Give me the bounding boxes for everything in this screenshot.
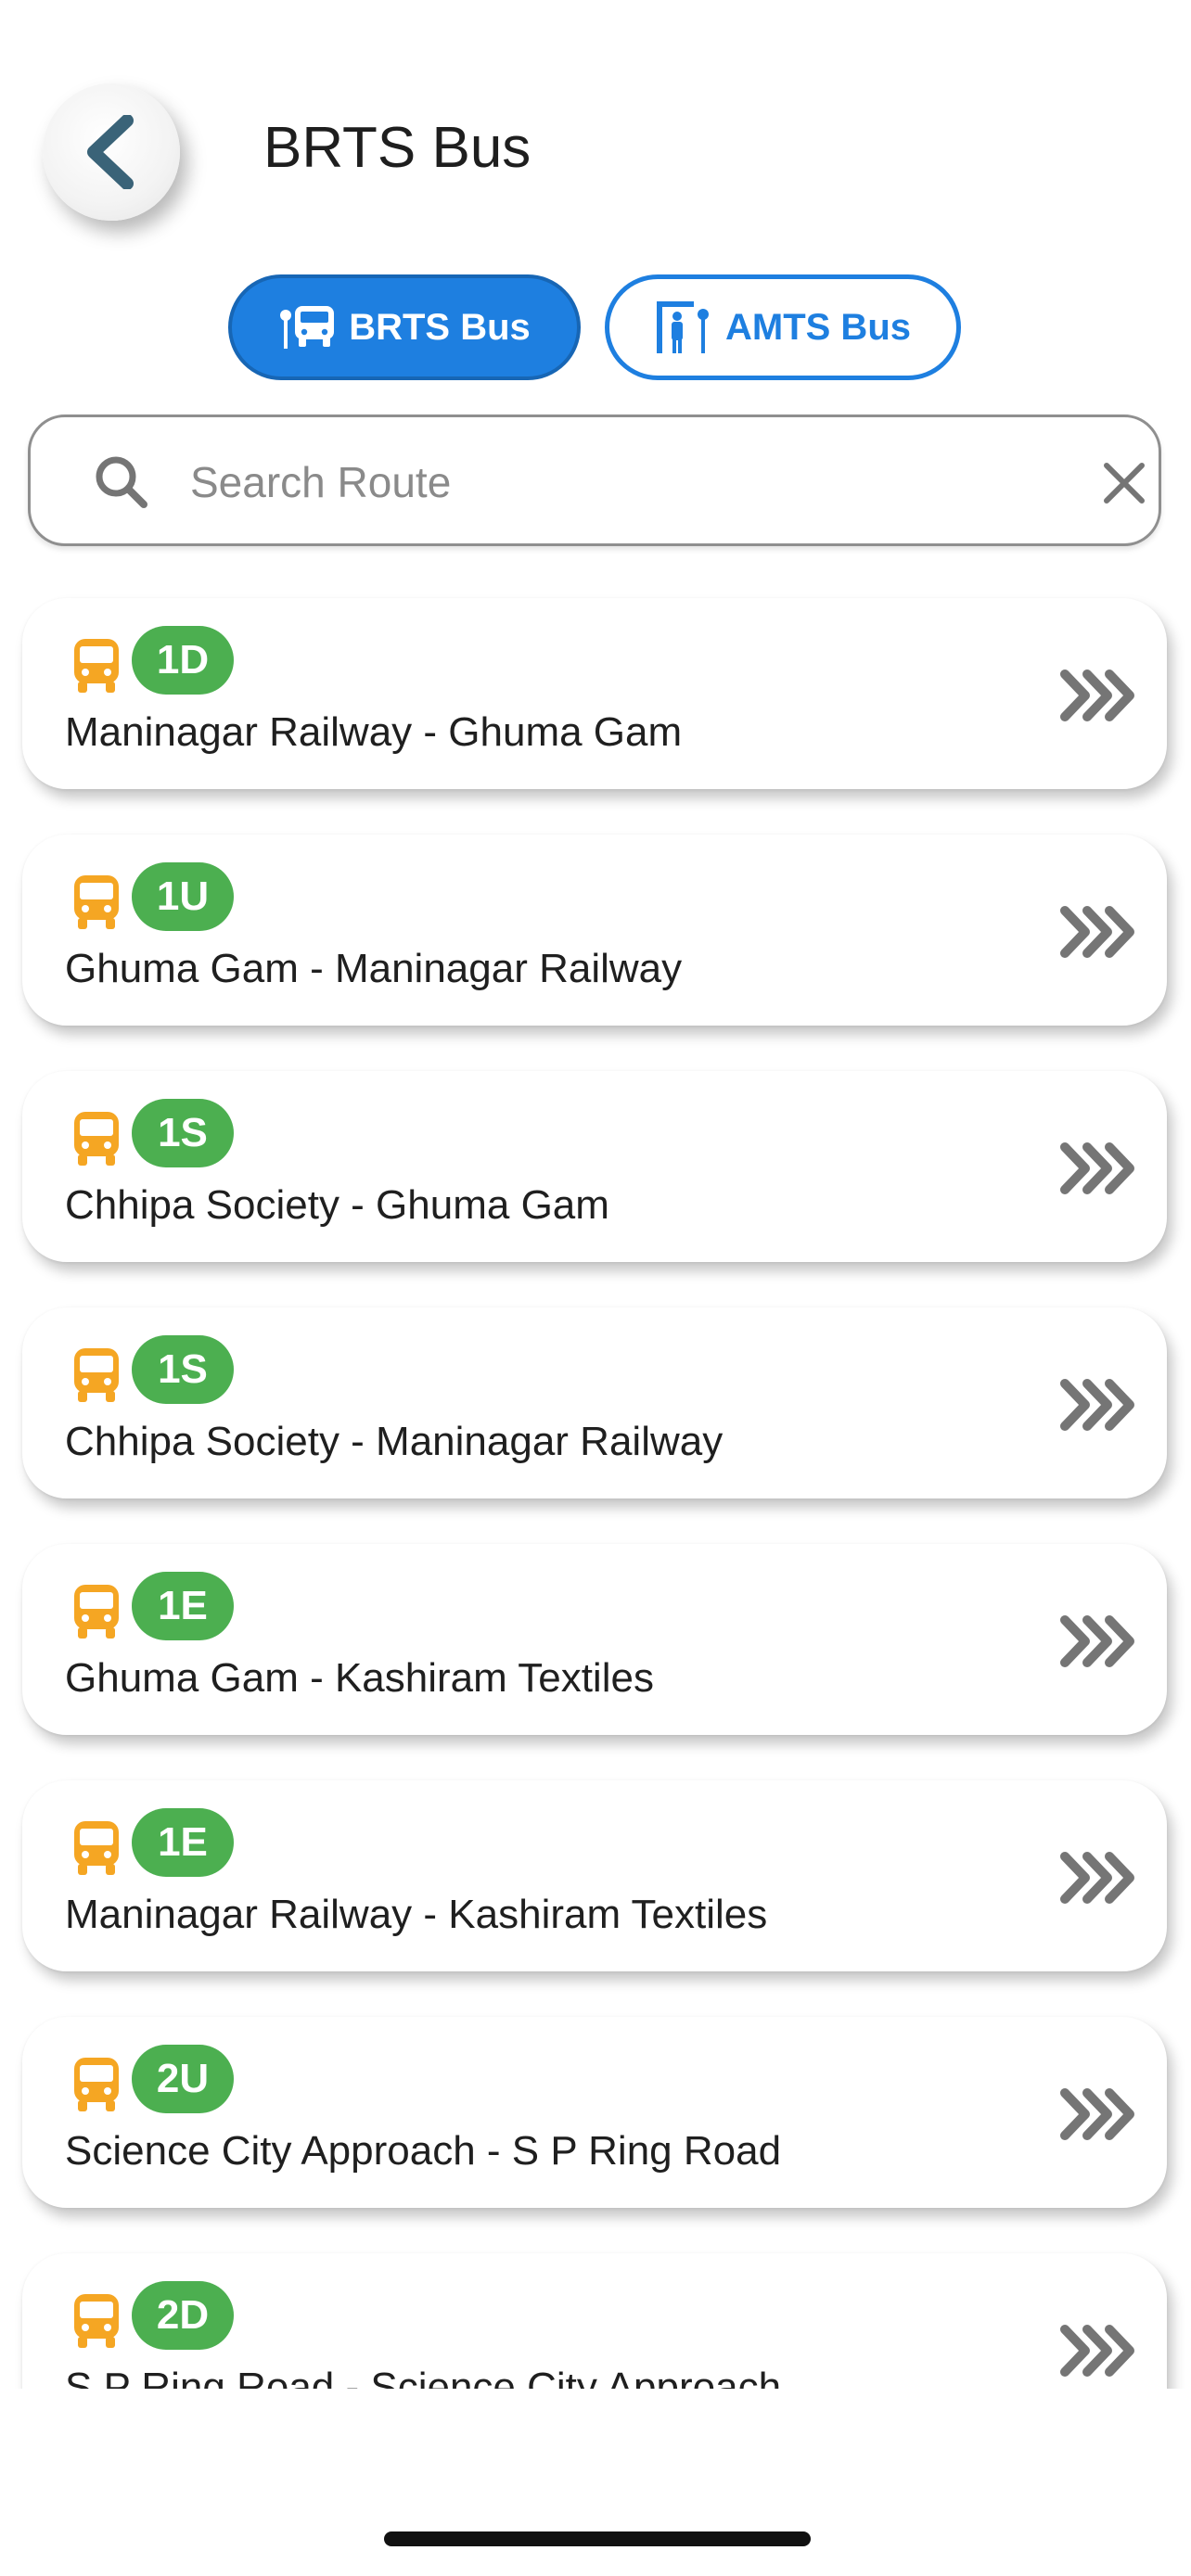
route-name: S P Ring Road - Science City Approach bbox=[65, 2365, 782, 2389]
route-code-badge: 1S bbox=[132, 1335, 234, 1404]
route-name: Maninagar Railway - Kashiram Textiles bbox=[65, 1892, 768, 1937]
triple-chevron-right-icon bbox=[1060, 906, 1134, 958]
route-name: Ghuma Gam - Maninagar Railway bbox=[65, 946, 683, 991]
triple-chevron-right-icon bbox=[1060, 1852, 1134, 1904]
route-name: Chhipa Society - Ghuma Gam bbox=[65, 1182, 609, 1228]
triple-chevron-right-icon bbox=[1060, 1379, 1134, 1431]
triple-chevron-right-icon bbox=[1060, 2325, 1134, 2377]
route-code-badge: 2D bbox=[132, 2281, 234, 2350]
bus-shelter-icon bbox=[657, 301, 709, 353]
back-button[interactable] bbox=[43, 83, 180, 221]
bus-icon bbox=[74, 1821, 119, 1875]
bus-icon bbox=[74, 1585, 119, 1639]
route-name: Maninagar Railway - Ghuma Gam bbox=[65, 709, 683, 755]
route-card[interactable]: 1S Chhipa Society - Ghuma Gam bbox=[22, 1071, 1167, 1262]
route-list[interactable]: 1D Maninagar Railway - Ghuma Gam 1U Ghum… bbox=[0, 0, 1191, 2389]
route-code-badge: 2U bbox=[132, 2045, 234, 2113]
search-icon bbox=[96, 456, 147, 508]
tab-brts-bus[interactable]: BRTS Bus bbox=[228, 274, 581, 380]
bus-icon bbox=[74, 2294, 119, 2348]
bus-icon bbox=[74, 875, 119, 929]
triple-chevron-right-icon bbox=[1060, 1142, 1134, 1194]
route-card[interactable]: 1E Maninagar Railway - Kashiram Textiles bbox=[22, 1780, 1167, 1971]
close-icon[interactable] bbox=[1099, 458, 1149, 508]
bus-icon bbox=[74, 2058, 119, 2111]
triple-chevron-right-icon bbox=[1060, 1615, 1134, 1667]
route-card[interactable]: 2D S P Ring Road - Science City Approach bbox=[22, 2253, 1167, 2389]
bus-icon bbox=[74, 1112, 119, 1166]
route-code-badge: 1D bbox=[132, 626, 234, 695]
home-indicator[interactable] bbox=[384, 2531, 811, 2546]
route-code-badge: 1U bbox=[132, 862, 234, 931]
page-title: BRTS Bus bbox=[263, 116, 531, 180]
chevron-left-icon bbox=[87, 115, 134, 189]
triple-chevron-right-icon bbox=[1060, 2088, 1134, 2140]
route-name: Science City Approach - S P Ring Road bbox=[65, 2128, 782, 2174]
route-card[interactable]: 1E Ghuma Gam - Kashiram Textiles bbox=[22, 1544, 1167, 1735]
route-code-badge: 1S bbox=[132, 1099, 234, 1167]
bus-icon bbox=[74, 1348, 119, 1402]
tab-brts-bus-label: BRTS Bus bbox=[349, 306, 531, 348]
route-card[interactable]: 2U Science City Approach - S P Ring Road bbox=[22, 2017, 1167, 2208]
route-name: Ghuma Gam - Kashiram Textiles bbox=[65, 1655, 654, 1701]
bus-stop-icon bbox=[280, 306, 335, 349]
search-bar[interactable] bbox=[28, 414, 1161, 546]
route-name: Chhipa Society - Maninagar Railway bbox=[65, 1419, 724, 1464]
tab-amts-bus-label: AMTS Bus bbox=[725, 306, 911, 348]
route-code-badge: 1E bbox=[132, 1572, 234, 1640]
search-input[interactable] bbox=[160, 438, 1051, 527]
bus-icon bbox=[74, 639, 119, 693]
tab-amts-bus[interactable]: AMTS Bus bbox=[605, 274, 961, 380]
screen: 1D Maninagar Railway - Ghuma Gam 1U Ghum… bbox=[0, 0, 1191, 2576]
route-card[interactable]: 1U Ghuma Gam - Maninagar Railway bbox=[22, 835, 1167, 1026]
route-card[interactable]: 1D Maninagar Railway - Ghuma Gam bbox=[22, 598, 1167, 789]
triple-chevron-right-icon bbox=[1060, 670, 1134, 721]
route-code-badge: 1E bbox=[132, 1808, 234, 1877]
route-card[interactable]: 1S Chhipa Society - Maninagar Railway bbox=[22, 1307, 1167, 1498]
